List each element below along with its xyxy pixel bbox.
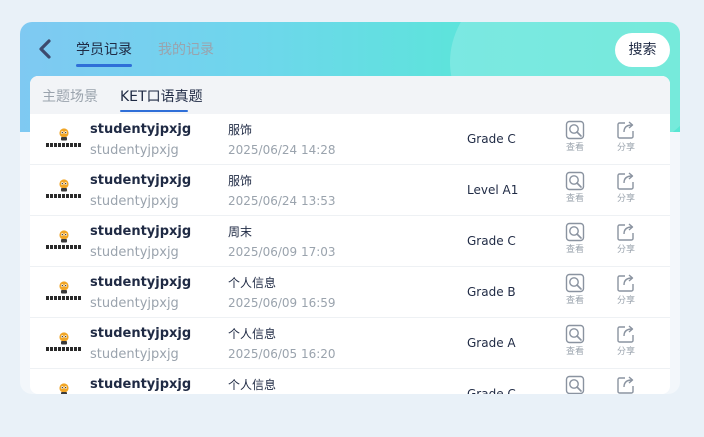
record-grade: Grade A <box>467 336 516 350</box>
record-row: studentyjpxjg studentyjpxjg 个人信息 2025/06… <box>30 267 670 318</box>
record-date: 2025/06/09 17:03 <box>228 245 336 259</box>
school-logo-icon <box>46 383 82 394</box>
view-label: 查看 <box>565 143 584 153</box>
share-icon <box>617 172 634 190</box>
record-topic: 个人信息 <box>228 378 277 392</box>
subtab-topic-scenes[interactable]: 主题场景 <box>42 88 98 106</box>
school-logo-icon <box>46 230 82 254</box>
record-row: studentyjpxjg studentyjpxjg 服饰 2025/06/2… <box>30 114 670 165</box>
student-name: studentyjpxjg <box>90 326 192 341</box>
view-button[interactable]: 查看 <box>561 273 589 313</box>
share-label: 分享 <box>616 194 635 204</box>
tab-my-records[interactable]: 我的记录 <box>158 41 214 59</box>
record-topic: 个人信息 <box>228 327 277 341</box>
record-grade: Grade C <box>467 132 516 146</box>
view-icon <box>565 273 585 293</box>
back-icon[interactable] <box>38 39 58 61</box>
subtab-active-indicator <box>120 110 188 112</box>
record-topic: 周末 <box>228 225 253 239</box>
share-icon <box>617 325 634 343</box>
student-username: studentyjpxjg <box>90 296 179 311</box>
view-icon <box>565 375 585 394</box>
student-name: studentyjpxjg <box>90 224 192 239</box>
student-username: studentyjpxjg <box>90 194 179 209</box>
share-icon <box>617 223 634 241</box>
school-logo-text <box>46 194 82 198</box>
records-panel: 主题场景 KET口语真题 studentyjpxjg studentyjpxjg… <box>30 76 670 394</box>
share-label: 分享 <box>616 245 635 255</box>
record-date: 2025/06/05 16:20 <box>228 347 336 361</box>
school-logo-text <box>46 245 82 249</box>
record-topic: 服饰 <box>228 123 253 137</box>
share-icon <box>617 121 634 139</box>
view-button[interactable]: 查看 <box>561 375 589 394</box>
student-username: studentyjpxjg <box>90 347 179 362</box>
share-button[interactable]: 分享 <box>612 324 640 364</box>
student-name: studentyjpxjg <box>90 275 192 290</box>
records-card: 学员记录 我的记录 搜索 主题场景 KET口语真题 studentyjpxjg … <box>20 22 680 394</box>
student-username: studentyjpxjg <box>90 245 179 260</box>
record-row: studentyjpxjg studentyjpxjg 周末 2025/06/0… <box>30 216 670 267</box>
share-button[interactable]: 分享 <box>612 375 640 394</box>
subtab-ket-speaking[interactable]: KET口语真题 <box>120 88 203 106</box>
student-name: studentyjpxjg <box>90 173 192 188</box>
tab-student-records[interactable]: 学员记录 <box>76 41 132 59</box>
share-button[interactable]: 分享 <box>612 171 640 211</box>
school-logo-text <box>46 347 82 351</box>
student-name: studentyjpxjg <box>90 122 192 137</box>
tab-active-indicator <box>76 64 132 67</box>
record-topic: 个人信息 <box>228 276 277 290</box>
record-row: studentyjpxjg studentyjpxjg 服饰 2025/06/2… <box>30 165 670 216</box>
search-button[interactable]: 搜索 <box>615 33 670 67</box>
share-icon <box>617 376 634 394</box>
view-icon <box>565 222 585 242</box>
view-label: 查看 <box>565 194 584 204</box>
share-label: 分享 <box>616 296 635 306</box>
record-grade: Level A1 <box>467 183 519 197</box>
view-icon <box>565 171 585 191</box>
records-list[interactable]: studentyjpxjg studentyjpxjg 服饰 2025/06/2… <box>30 114 670 394</box>
view-label: 查看 <box>565 245 584 255</box>
share-label: 分享 <box>616 143 635 153</box>
record-row: studentyjpxjg studentyjpxjg 个人信息 2025/06… <box>30 318 670 369</box>
school-logo-icon <box>46 128 82 152</box>
view-icon <box>565 324 585 344</box>
record-grade: Grade C <box>467 387 516 394</box>
view-label: 查看 <box>565 347 584 357</box>
share-button[interactable]: 分享 <box>612 120 640 160</box>
record-grade: Grade B <box>467 285 516 299</box>
view-button[interactable]: 查看 <box>561 120 589 160</box>
school-logo-icon <box>46 179 82 203</box>
student-username: studentyjpxjg <box>90 143 179 158</box>
school-logo-text <box>46 296 82 300</box>
record-date: 2025/06/24 14:28 <box>228 143 336 157</box>
school-logo-text <box>46 143 82 147</box>
record-date: 2025/06/09 16:59 <box>228 296 336 310</box>
share-label: 分享 <box>616 347 635 357</box>
record-date: 2025/06/24 13:53 <box>228 194 336 208</box>
view-button[interactable]: 查看 <box>561 171 589 211</box>
record-grade: Grade C <box>467 234 516 248</box>
view-label: 查看 <box>565 296 584 306</box>
subtab-bar: 主题场景 KET口语真题 <box>30 76 670 114</box>
view-icon <box>565 120 585 140</box>
share-button[interactable]: 分享 <box>612 222 640 262</box>
school-logo-icon <box>46 332 82 356</box>
share-icon <box>617 274 634 292</box>
record-row: studentyjpxjg 个人信息 Grade C 查看 分享 <box>30 369 670 394</box>
view-button[interactable]: 查看 <box>561 222 589 262</box>
school-logo-icon <box>46 281 82 305</box>
share-button[interactable]: 分享 <box>612 273 640 313</box>
record-topic: 服饰 <box>228 174 253 188</box>
student-name: studentyjpxjg <box>90 377 192 392</box>
view-button[interactable]: 查看 <box>561 324 589 364</box>
